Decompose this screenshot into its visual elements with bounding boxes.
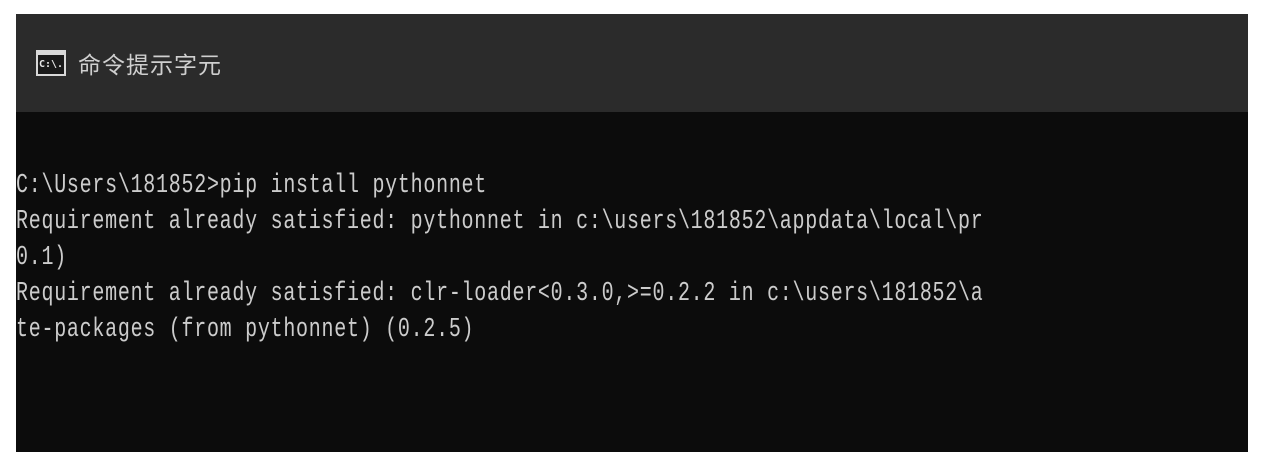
window-title: 命令提示字元	[78, 53, 222, 79]
console-line: 0.1)	[16, 243, 67, 273]
console-line: te-packages (from pythonnet) (0.2.5)	[16, 315, 475, 345]
console-line: C:\Users\181852>pip install pythonnet	[16, 171, 488, 201]
title-bar[interactable]: C:\. 命令提示字元	[16, 14, 1248, 112]
command-prompt-window: C:\. 命令提示字元 C:\Users\181852>pip install …	[16, 14, 1248, 452]
cmd-icon-label: C:\.	[38, 58, 64, 70]
console-line: Requirement already satisfied: pythonnet…	[16, 207, 984, 237]
cmd-icon: C:\.	[36, 50, 66, 76]
console-line: Requirement already satisfied: clr-loade…	[16, 279, 984, 309]
console-output[interactable]: C:\Users\181852>pip install pythonnet Re…	[16, 168, 1248, 452]
